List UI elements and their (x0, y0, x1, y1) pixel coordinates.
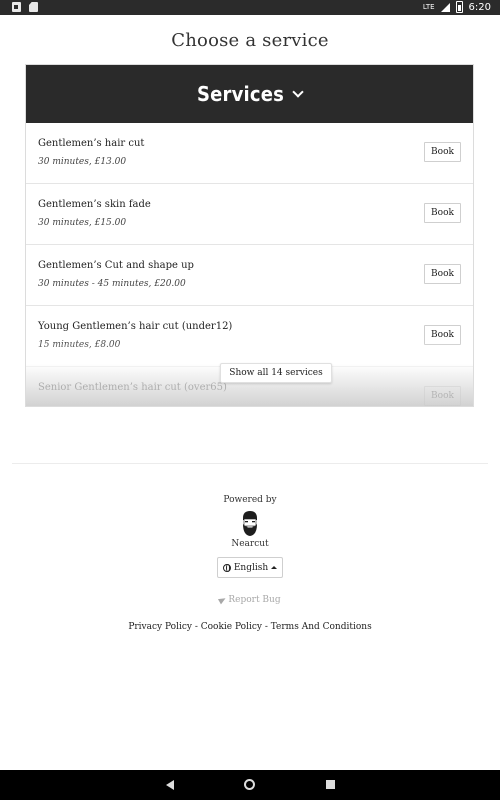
service-row: Gentlemen’s skin fade 30 minutes, £15.00… (26, 184, 473, 245)
sd-card-icon (29, 2, 38, 12)
book-button[interactable]: Book (424, 264, 461, 284)
link-separator: - (191, 622, 201, 632)
services-header-label: Services (196, 82, 285, 106)
send-icon (218, 595, 228, 604)
back-icon[interactable] (166, 780, 174, 790)
recents-icon[interactable] (326, 780, 335, 789)
service-name: Young Gentlemen’s hair cut (under12) (38, 321, 233, 332)
language-label: English (233, 562, 269, 573)
nearcut-logo-icon[interactable] (236, 509, 264, 537)
service-meta: 15 minutes, £8.00 (38, 340, 121, 350)
footer-divider (12, 463, 488, 464)
book-button[interactable]: Book (424, 203, 461, 223)
service-name: Senior Gentlemen’s hair cut (over65) (38, 382, 227, 393)
battery-icon (455, 1, 463, 13)
globe-icon (222, 563, 231, 572)
status-bar: LTE 6:20 (0, 0, 500, 15)
book-button[interactable]: Book (424, 142, 461, 162)
services-dropdown-header[interactable]: Services (26, 65, 473, 123)
cookie-policy-link[interactable]: Cookie Policy (201, 622, 262, 632)
service-meta: 30 minutes - 45 minutes, £20.00 (38, 279, 186, 289)
legal-links: Privacy Policy - Cookie Policy - Terms A… (0, 622, 500, 632)
service-meta: 30 minutes, £13.00 (38, 157, 127, 167)
chevron-down-icon (292, 86, 304, 98)
service-row: Gentlemen’s hair cut 30 minutes, £13.00 … (26, 123, 473, 184)
report-bug-link[interactable]: Report Bug (0, 595, 500, 605)
notification-icon (12, 2, 21, 12)
show-all-services-button[interactable]: Show all 14 services (220, 363, 332, 383)
service-meta: 30 minutes, £15.00 (38, 218, 127, 228)
book-button[interactable]: Book (424, 325, 461, 345)
system-nav-bar (0, 770, 500, 800)
service-row: Young Gentlemen’s hair cut (under12) 15 … (26, 306, 473, 367)
service-row: Gentlemen’s Cut and shape up 30 minutes … (26, 245, 473, 306)
home-icon[interactable] (244, 779, 255, 790)
signal-icon (440, 2, 450, 12)
caret-up-icon (271, 566, 278, 569)
terms-link[interactable]: Terms And Conditions (271, 622, 372, 632)
services-card: Services Gentlemen’s hair cut 30 minutes… (25, 64, 474, 407)
brand-name: Nearcut (231, 539, 269, 549)
service-name: Gentlemen’s skin fade (38, 199, 151, 210)
page-title: Choose a service (171, 30, 329, 51)
powered-by-label: Powered by (223, 495, 277, 505)
privacy-policy-link[interactable]: Privacy Policy (128, 622, 192, 632)
service-name: Gentlemen’s Cut and shape up (38, 260, 194, 271)
report-bug-label: Report Bug (228, 595, 281, 605)
clock: 6:20 (468, 1, 491, 13)
network-type: LTE (422, 2, 435, 11)
service-name: Gentlemen’s hair cut (38, 138, 145, 149)
link-separator: - (261, 622, 271, 632)
book-button[interactable]: Book (424, 386, 461, 406)
language-selector-button[interactable]: English (217, 557, 283, 578)
